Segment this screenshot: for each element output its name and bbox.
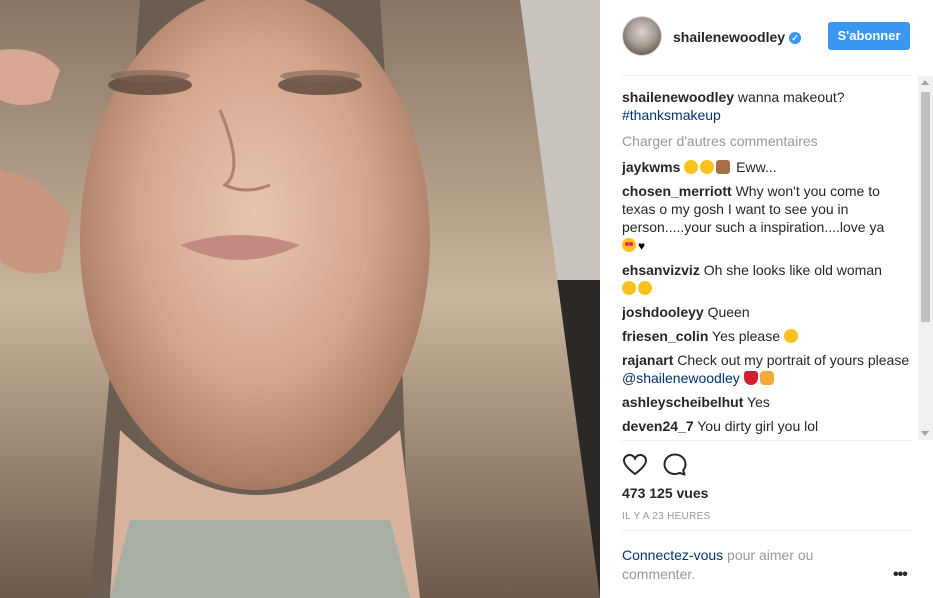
comment-text: Queen xyxy=(703,304,750,320)
comment-username[interactable]: joshdooleyy xyxy=(622,304,704,320)
list-item: ehsanvizviz Oh she looks like old woman xyxy=(622,261,912,297)
face-emoji-icon xyxy=(684,160,699,174)
header-username[interactable]: shailenewoodley ✓ xyxy=(673,29,802,45)
comment-text: Yes xyxy=(743,394,770,410)
divider xyxy=(622,440,911,441)
list-item: chosen_merriott Why won't you come to te… xyxy=(622,182,912,255)
comment-text: You dirty girl you lol xyxy=(693,418,819,434)
avatar[interactable] xyxy=(622,16,662,56)
comments-list[interactable]: shailenewoodley wanna makeout? #thanksma… xyxy=(622,88,912,440)
comment-mention[interactable]: @shailenewoodley xyxy=(622,370,740,386)
comment-text: Yes please xyxy=(708,328,784,344)
broken-heart-emoji-icon xyxy=(743,371,758,385)
heart-icon xyxy=(622,453,648,476)
list-item: deven24_7 You dirty girl you lol xyxy=(622,417,912,435)
list-item: friesen_colin Yes please xyxy=(622,327,912,345)
comment-username[interactable]: friesen_colin xyxy=(622,328,708,344)
comment-username[interactable]: chosen_merriott xyxy=(622,183,732,199)
caption-username[interactable]: shailenewoodley xyxy=(622,89,734,105)
list-item: joshdooleyy Queen xyxy=(622,303,912,321)
divider xyxy=(622,530,911,531)
load-more-comments-link[interactable]: Charger d'autres commentaires xyxy=(622,132,912,150)
post-header: shailenewoodley ✓ S'abonner xyxy=(600,0,933,76)
clap-emoji-icon xyxy=(759,371,774,385)
comment-username[interactable]: deven24_7 xyxy=(622,418,694,434)
login-link[interactable]: Connectez-vous xyxy=(622,547,723,563)
views-count: 473 125 vues xyxy=(622,485,709,501)
comment-bubble-icon xyxy=(663,453,687,476)
post-side-panel: shailenewoodley ✓ S'abonner shailenewoodl… xyxy=(600,0,933,598)
scroll-down-arrow-icon[interactable] xyxy=(921,431,929,436)
comment-username[interactable]: ashleyscheibelhut xyxy=(622,394,743,410)
like-button[interactable] xyxy=(622,452,648,478)
scroll-up-arrow-icon[interactable] xyxy=(921,80,929,85)
follow-button[interactable]: S'abonner xyxy=(828,22,910,50)
username-text[interactable]: shailenewoodley xyxy=(673,29,785,45)
comments-scrollbar[interactable] xyxy=(918,76,933,440)
post-timestamp[interactable]: IL Y A 23 HEURES xyxy=(622,511,711,522)
confused-face-emoji-icon xyxy=(622,281,636,295)
caption-text: wanna makeout? xyxy=(734,89,845,105)
login-prompt: Connectez-vous pour aimer ou commenter. xyxy=(622,546,862,584)
portrait-image xyxy=(0,0,600,598)
more-dots-icon[interactable]: ••• xyxy=(893,566,908,584)
verified-badge-icon: ✓ xyxy=(789,32,802,44)
thumbs-up-emoji-icon xyxy=(716,160,731,174)
comment-username[interactable]: rajanart xyxy=(622,352,673,368)
list-item: ashleyscheibelhut Yes xyxy=(622,393,912,411)
comment-text: Oh she looks like old woman xyxy=(699,262,882,278)
divider xyxy=(622,75,911,76)
post-photo[interactable] xyxy=(0,0,600,598)
comment-username[interactable]: ehsanvizviz xyxy=(622,262,700,278)
smile-emoji-icon xyxy=(783,329,798,343)
caption-hashtag[interactable]: #thanksmakeup xyxy=(622,107,721,123)
comment-text: Eww... xyxy=(732,159,777,175)
scroll-thumb[interactable] xyxy=(921,92,930,322)
comment-username[interactable]: jaykwms xyxy=(622,159,680,175)
grimace-face-emoji-icon xyxy=(638,281,652,295)
comment-button[interactable] xyxy=(662,452,688,478)
face-emoji-icon xyxy=(700,160,715,174)
comment-text: Check out my portrait of yours please xyxy=(673,352,910,368)
black-heart-icon: ♥ xyxy=(638,239,646,253)
list-item: jaykwms Eww... xyxy=(622,158,912,176)
list-item: rajanart Check out my portrait of yours … xyxy=(622,351,912,387)
post-caption: shailenewoodley wanna makeout? #thanksma… xyxy=(622,88,912,124)
heart-eyes-emoji-icon xyxy=(622,238,636,252)
